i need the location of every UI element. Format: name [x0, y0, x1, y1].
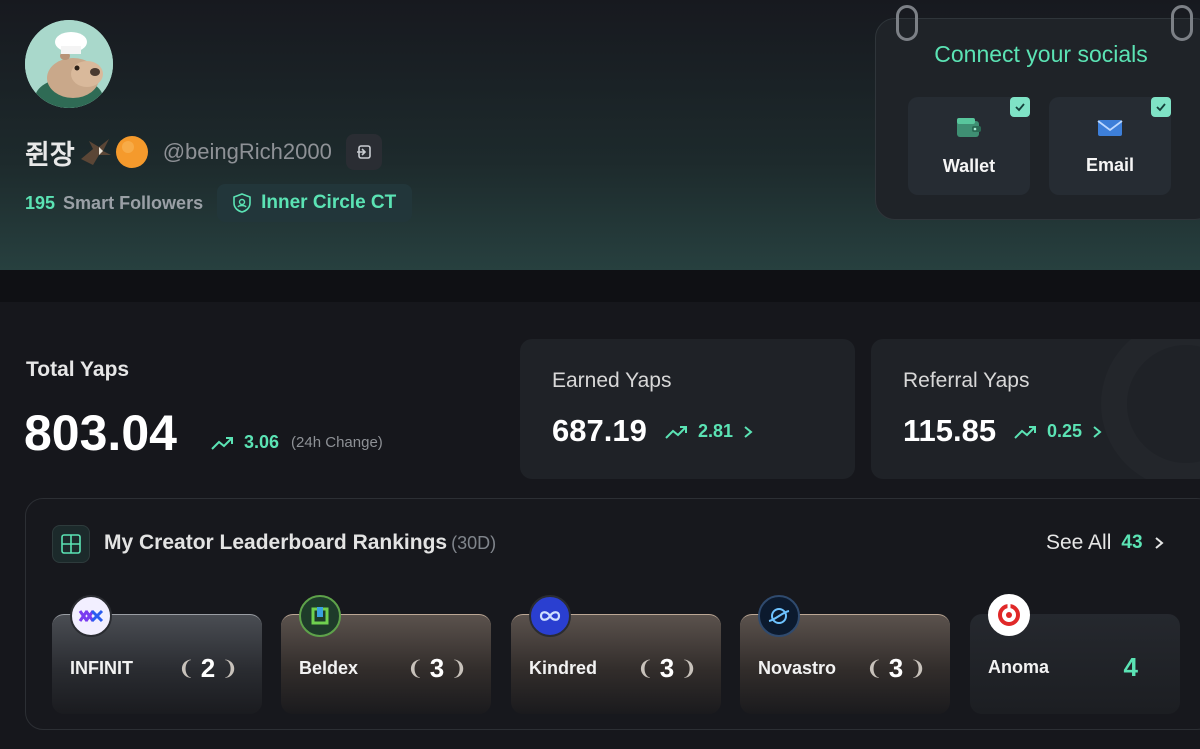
inner-circle-label: Inner Circle CT — [261, 192, 397, 213]
trend-up-icon — [665, 425, 687, 439]
email-icon — [1097, 119, 1123, 136]
profile-header: 쥔장 @beingRich2000 195 Smart Followers In… — [0, 0, 1200, 270]
email-social-tile[interactable]: Email — [1049, 97, 1171, 195]
referral-change-value: 0.25 — [1047, 421, 1083, 441]
referral-yaps-change: 0.25 — [1013, 421, 1104, 442]
total-yaps-label: Total Yaps — [26, 358, 130, 381]
earned-yaps-value: 687.19 — [552, 413, 647, 448]
rank-position: ❨ 3 ❩ — [866, 653, 926, 684]
profile-badges — [79, 135, 149, 169]
creator-leaderboard-panel: My Creator Leaderboard Rankings (30D) See… — [25, 498, 1200, 730]
laurel-right-icon: ❩ — [450, 658, 467, 680]
rank-number: 3 — [659, 653, 675, 683]
eagle-icon — [80, 139, 111, 165]
total-yaps-value: 803.04 — [24, 405, 177, 461]
wallet-social-tile[interactable]: Wallet — [908, 97, 1030, 195]
followers-row: 195 Smart Followers Inner Circle CT — [25, 184, 413, 222]
inner-circle-badge[interactable]: Inner Circle CT — [217, 184, 413, 222]
referral-yaps-card[interactable]: Referral Yaps 115.85 0.25 — [871, 339, 1200, 479]
rank-number: 2 — [200, 653, 216, 683]
rank-card-anoma[interactable]: Anoma 4 — [970, 594, 1180, 714]
laurel-right-icon: ❩ — [680, 658, 697, 680]
rank-card-beldex[interactable]: Beldex ❨ 3 ❩ — [281, 595, 491, 714]
total-yaps-change: 3.06 (24h Change) — [210, 432, 383, 453]
avatar[interactable] — [25, 20, 113, 108]
novastro-logo-icon — [758, 595, 800, 637]
leaderboard-title: My Creator Leaderboard Rankings (30D) — [104, 531, 496, 555]
name-row: 쥔장 @beingRich2000 — [25, 132, 382, 172]
rank-number: 3 — [429, 653, 445, 683]
leaderboard-icon — [52, 525, 90, 563]
trend-up-icon — [1014, 425, 1036, 439]
laurel-left-icon: ❨ — [637, 658, 654, 680]
layout-grid-icon — [61, 534, 81, 554]
infinit-logo-icon — [70, 595, 112, 637]
rank-position: ❨ 3 ❩ — [637, 653, 697, 684]
beldex-logo-icon — [299, 595, 341, 637]
wallet-label: Wallet — [942, 155, 996, 176]
project-name: Novastro — [758, 658, 837, 678]
earned-yaps-change: 2.81 — [664, 421, 755, 442]
laurel-left-icon: ❨ — [178, 658, 195, 680]
orange-circle-icon — [115, 136, 148, 168]
check-icon — [1015, 103, 1025, 112]
total-change-value: 3.06 — [244, 432, 280, 452]
binder-ring-right — [1171, 5, 1193, 41]
see-all-link[interactable]: See All 43 — [1046, 531, 1165, 555]
leaderboard-title-text: My Creator Leaderboard Rankings — [104, 531, 448, 554]
change-period-note: (24h Change) — [291, 434, 383, 451]
display-name: 쥔장 — [25, 139, 75, 170]
project-name: INFINIT — [70, 658, 133, 678]
project-name: Anoma — [988, 657, 1050, 677]
trend-up-icon — [211, 436, 233, 450]
email-connected-badge — [1151, 97, 1171, 117]
kindred-logo-icon — [529, 595, 571, 637]
chevron-right-icon — [1154, 537, 1164, 549]
binder-ring-left — [896, 5, 918, 41]
wallet-connected-badge — [1010, 97, 1030, 117]
rank-card-novastro[interactable]: Novastro ❨ 3 ❩ — [740, 595, 950, 714]
smart-followers-count: 195 — [25, 192, 56, 213]
user-handle[interactable]: @beingRich2000 — [163, 139, 332, 165]
rank-number: 3 — [888, 653, 904, 683]
laurel-left-icon: ❨ — [407, 658, 424, 680]
rank-position: ❨ 3 ❩ — [407, 653, 467, 684]
decorative-ring — [1101, 339, 1200, 479]
capybara-avatar-image — [25, 20, 113, 108]
check-icon — [1156, 103, 1166, 112]
see-all-label: See All — [1046, 531, 1112, 554]
laurel-right-icon: ❩ — [909, 658, 926, 680]
earned-yaps-card[interactable]: Earned Yaps 687.19 2.81 — [520, 339, 855, 479]
see-all-count: 43 — [1121, 532, 1143, 553]
export-icon — [356, 145, 371, 159]
earned-change-value: 2.81 — [698, 421, 734, 441]
email-label: Email — [1085, 154, 1135, 175]
smart-followers-label: Smart Followers — [63, 192, 204, 213]
connect-socials-title: Connect your socials — [934, 41, 1148, 67]
rank-position: ❨ 2 ❩ — [178, 653, 238, 684]
wallet-icon — [957, 117, 981, 137]
laurel-left-icon: ❨ — [866, 658, 883, 680]
rank-card-kindred[interactable]: Kindred ❨ 3 ❩ — [511, 595, 721, 714]
laurel-right-icon: ❩ — [221, 658, 238, 680]
anoma-logo-icon — [988, 594, 1030, 636]
project-name: Kindred — [529, 658, 598, 678]
rank-position: 4 — [1124, 652, 1138, 683]
rank-card-infinit[interactable]: INFINIT ❨ 2 ❩ — [52, 595, 262, 714]
referral-yaps-label: Referral Yaps — [903, 369, 1030, 392]
connect-socials-card: Connect your socials Wallet Email — [875, 5, 1200, 220]
chevron-right-icon[interactable] — [741, 424, 755, 440]
chevron-right-icon[interactable] — [1090, 424, 1104, 440]
rank-number: 4 — [1123, 652, 1138, 682]
shield-icon — [233, 193, 251, 213]
leaderboard-period: (30D) — [451, 533, 497, 553]
earned-yaps-label: Earned Yaps — [552, 369, 672, 392]
section-divider — [0, 270, 1200, 302]
project-name: Beldex — [299, 658, 359, 678]
referral-yaps-value: 115.85 — [903, 413, 997, 448]
share-profile-button[interactable] — [345, 134, 382, 170]
